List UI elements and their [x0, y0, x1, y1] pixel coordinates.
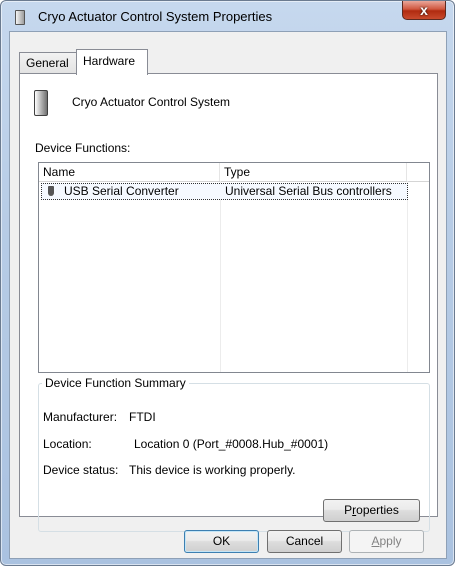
- device-functions-label: Device Functions:: [35, 141, 131, 155]
- device-name: Cryo Actuator Control System: [72, 95, 231, 109]
- manufacturer-label: Manufacturer:: [43, 410, 118, 424]
- location-value: Location 0 (Port_#0008.Hub_#0001): [134, 437, 329, 451]
- ok-button[interactable]: OK: [184, 530, 259, 553]
- column-header-type[interactable]: Type: [220, 163, 407, 181]
- title-bar[interactable]: Cryo Actuator Control System Properties …: [1, 1, 454, 31]
- list-item-name: USB Serial Converter: [64, 184, 179, 198]
- column-header-filler: [407, 163, 429, 181]
- apply-label-post: pply: [379, 534, 402, 548]
- tab-hardware[interactable]: Hardware: [76, 49, 148, 75]
- device-icon: [34, 90, 48, 116]
- manufacturer-value: FTDI: [129, 410, 156, 424]
- usb-icon: [48, 186, 54, 196]
- tab-general[interactable]: General: [19, 52, 78, 73]
- device-functions-list[interactable]: Name Type USB Serial Converter Universal…: [38, 162, 430, 373]
- cancel-button[interactable]: Cancel: [267, 530, 342, 553]
- close-button[interactable]: x: [402, 1, 446, 20]
- properties-button[interactable]: Properties: [323, 499, 420, 522]
- summary-group-title: Device Function Summary: [42, 376, 189, 390]
- apply-label-accel: A: [371, 534, 380, 548]
- hardware-tab-panel: Cryo Actuator Control System Device Func…: [19, 73, 438, 532]
- list-header: Name Type: [39, 163, 429, 182]
- properties-dialog: Cryo Actuator Control System Properties …: [0, 0, 455, 566]
- apply-button[interactable]: Apply: [349, 530, 424, 553]
- column-divider: [220, 181, 221, 372]
- list-item[interactable]: USB Serial Converter Universal Serial Bu…: [41, 183, 408, 200]
- dialog-client-area: General Hardware Cryo Actuator Control S…: [9, 31, 447, 559]
- properties-label-pre: P: [344, 503, 353, 517]
- column-header-name[interactable]: Name: [39, 163, 220, 181]
- device-status-value: This device is working properly.: [129, 463, 296, 477]
- properties-label-post: operties: [356, 503, 399, 517]
- device-icon: [15, 10, 25, 25]
- location-label: Location:: [43, 437, 92, 451]
- list-item-type: Universal Serial Bus controllers: [225, 184, 392, 198]
- column-divider: [407, 181, 408, 372]
- device-status-label: Device status:: [43, 463, 119, 477]
- window-title: Cryo Actuator Control System Properties: [38, 9, 273, 24]
